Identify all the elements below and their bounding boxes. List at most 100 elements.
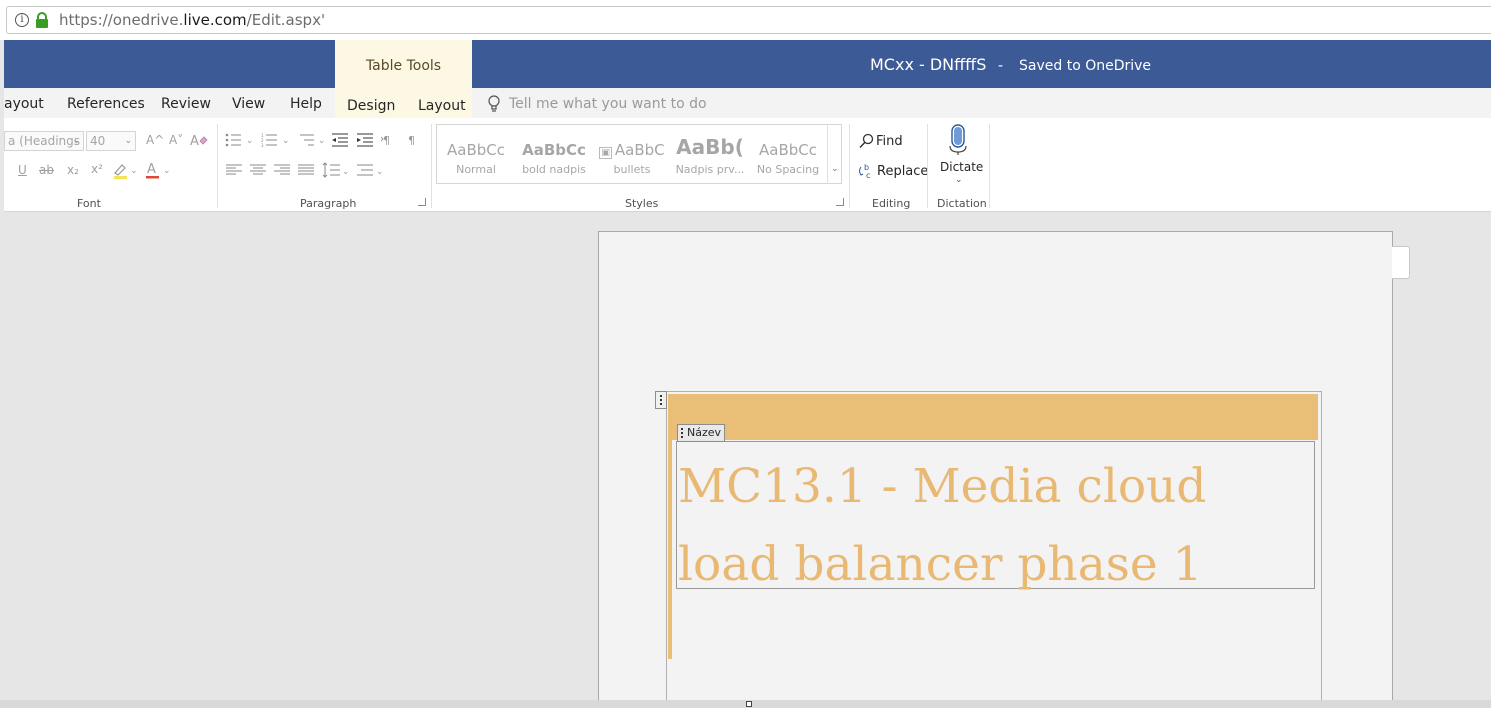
content-control-tag[interactable]: Název	[677, 424, 726, 442]
document-title[interactable]: MCxx - DNffffS	[870, 55, 986, 74]
font-color-icon[interactable]: A ⌄	[146, 161, 172, 179]
style-preview: AaBb(	[676, 135, 744, 159]
tab-table-layout[interactable]: Layout	[418, 98, 466, 114]
align-center-icon[interactable]	[250, 164, 266, 176]
table-left-border	[668, 394, 672, 659]
style-preview: ▣ AaBbC	[599, 141, 665, 159]
superscript-button[interactable]: x²	[91, 162, 103, 176]
text-direction-icon[interactable]: ¶	[381, 133, 397, 147]
numbering-icon[interactable]: 1 2 3 ⌄	[261, 133, 291, 147]
browser-toolbar: i https://onedrive.live.com/Edit.aspx'	[0, 0, 1491, 40]
styles-group-label: Styles	[625, 197, 659, 210]
tab-design[interactable]: Design	[347, 98, 395, 114]
style-bold-nadpis[interactable]: AaBbCc bold nadpis	[515, 125, 593, 183]
grow-font-button[interactable]: A^	[146, 133, 164, 147]
align-right-icon[interactable]	[274, 164, 290, 176]
multilevel-list-icon[interactable]: ⌄	[298, 133, 328, 147]
justify-icon[interactable]	[298, 164, 314, 176]
dictation-group-label: Dictation	[937, 197, 987, 210]
shrink-font-button[interactable]: A˅	[169, 133, 183, 147]
tell-me-search[interactable]: Tell me what you want to do	[509, 96, 707, 112]
tab-view[interactable]: View	[232, 96, 265, 112]
tab-review[interactable]: Review	[161, 96, 211, 112]
replace-button[interactable]: Replace	[877, 164, 928, 179]
url-text[interactable]: https://onedrive.live.com/Edit.aspx'	[59, 11, 325, 29]
svg-text:⌄: ⌄	[376, 167, 384, 177]
search-icon	[859, 133, 874, 149]
highlight-icon[interactable]: ⌄	[113, 161, 139, 179]
svg-text:⌄: ⌄	[318, 136, 326, 146]
font-name-value: a (Headings	[8, 134, 81, 148]
style-name: Normal	[456, 163, 496, 176]
bullets-icon[interactable]: ⌄	[225, 133, 255, 147]
svg-text:¶: ¶	[408, 134, 415, 147]
content-control-tag-label: Název	[687, 426, 722, 439]
document-heading[interactable]: MC13.1 - Media cloud load balancer phase…	[678, 448, 1310, 604]
underline-button[interactable]: U	[18, 163, 27, 177]
paragraph-indent-icon[interactable]: ⌄	[357, 162, 385, 178]
page-side-tab[interactable]	[1392, 246, 1410, 279]
lightbulb-icon	[488, 95, 500, 112]
font-group-label: Font	[77, 197, 101, 210]
resize-handle[interactable]	[746, 701, 752, 707]
decrease-indent-icon[interactable]	[332, 133, 348, 147]
subscript-button[interactable]: x₂	[67, 163, 79, 177]
svg-text:⌄: ⌄	[246, 136, 254, 146]
style-name: bold nadpis	[522, 163, 586, 176]
show-paragraph-marks-icon[interactable]: ¶	[405, 133, 421, 147]
clear-formatting-icon[interactable]: A	[190, 132, 208, 148]
info-icon[interactable]: i	[15, 13, 29, 27]
paragraph-dialog-launcher-icon[interactable]	[418, 198, 426, 206]
chevron-down-icon[interactable]: ⌄	[955, 175, 963, 185]
font-size-value: 40	[90, 134, 106, 148]
microphone-icon[interactable]	[947, 124, 969, 156]
table-tools-label: Table Tools	[365, 58, 442, 74]
style-name: Nadpis prv...	[675, 163, 745, 176]
style-preview: AaBbCc	[759, 141, 817, 159]
ribbon-separator	[989, 124, 990, 208]
style-name: No Spacing	[756, 163, 820, 176]
ribbon-separator	[431, 124, 432, 208]
editing-group-label: Editing	[872, 197, 911, 210]
font-name-combo[interactable]: a (Headings ⌄	[4, 131, 84, 151]
style-preview: AaBbCc	[447, 141, 505, 159]
ribbon-tabs	[4, 88, 1491, 118]
styles-gallery-more-button[interactable]: ⌄	[827, 124, 842, 184]
style-name: bullets	[613, 163, 651, 176]
svg-text:3: 3	[261, 143, 264, 147]
table-move-handle[interactable]	[655, 391, 667, 409]
tab-help[interactable]: Help	[290, 96, 322, 112]
lock-icon	[36, 12, 48, 28]
address-bar[interactable]: i https://onedrive.live.com/Edit.aspx'	[6, 6, 1491, 34]
paragraph-group-label: Paragraph	[300, 197, 357, 210]
dictate-button[interactable]: Dictate	[940, 160, 983, 174]
strikethrough-button[interactable]: ab	[39, 163, 54, 177]
line-spacing-icon[interactable]: ⌄	[322, 162, 350, 178]
style-nadpis-prvni[interactable]: AaBb( Nadpis prv...	[671, 125, 749, 183]
styles-gallery: AaBbCc Normal AaBbCc bold nadpis ▣ AaBbC …	[436, 124, 842, 184]
ribbon-separator	[849, 124, 850, 208]
svg-text:⌄: ⌄	[342, 167, 350, 177]
style-no-spacing[interactable]: AaBbCc No Spacing	[749, 125, 827, 183]
svg-text:¶: ¶	[383, 134, 390, 147]
chevron-down-icon: ⌄	[831, 164, 839, 174]
font-size-combo[interactable]: 40 ⌄	[86, 131, 136, 151]
ribbon-separator	[217, 124, 218, 208]
tab-layout[interactable]: ayout	[4, 96, 44, 112]
styles-dialog-launcher-icon[interactable]	[836, 198, 844, 206]
style-bullets[interactable]: ▣ AaBbC bullets	[593, 125, 671, 183]
chevron-down-icon: ⌄	[72, 136, 80, 146]
svg-text:⌄: ⌄	[163, 166, 171, 176]
increase-indent-icon[interactable]	[357, 133, 373, 147]
replace-icon: b c	[859, 163, 870, 179]
title-separator: -	[998, 58, 1004, 74]
align-left-icon[interactable]	[226, 164, 242, 176]
title-bar	[4, 40, 1491, 88]
style-normal[interactable]: AaBbCc Normal	[437, 125, 515, 183]
save-status: Saved to OneDrive	[1019, 58, 1152, 74]
find-button[interactable]: Find	[876, 134, 903, 149]
tab-references[interactable]: References	[67, 96, 145, 112]
ribbon-separator	[927, 124, 928, 208]
svg-text:⌄: ⌄	[282, 136, 290, 146]
svg-text:c: c	[866, 171, 870, 179]
